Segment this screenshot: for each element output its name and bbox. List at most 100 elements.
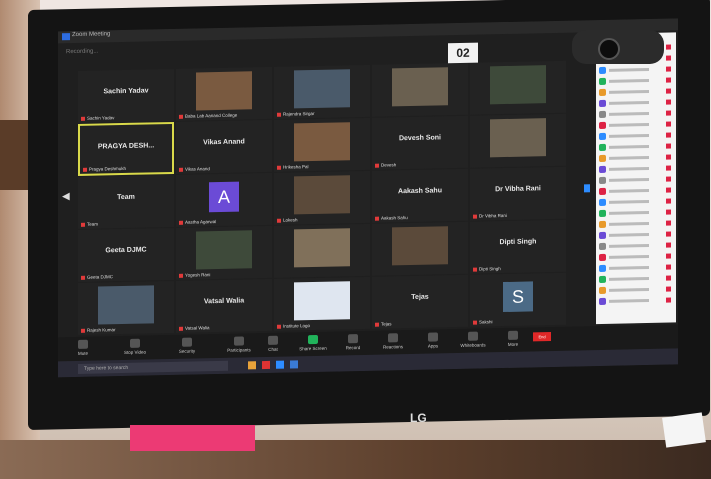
video-tile[interactable] xyxy=(470,60,566,115)
tile-label-text: Aakash Sahu xyxy=(381,215,408,221)
tile-video-image xyxy=(392,67,448,107)
video-tile[interactable]: Sachin Yadav Sachin Yadav xyxy=(78,68,174,123)
participant-row[interactable] xyxy=(599,152,673,164)
video-tile[interactable]: Rajendra Sirgar xyxy=(274,64,370,119)
participant-row[interactable] xyxy=(599,75,673,87)
toolbar-reactions-button[interactable]: Reactions xyxy=(378,333,408,350)
tile-video-image xyxy=(294,228,350,268)
toolbar-participants-button[interactable]: Participants xyxy=(224,336,254,353)
toolbar-chat-button[interactable]: Chat xyxy=(258,335,288,353)
participant-row[interactable] xyxy=(599,86,673,98)
toolbar-whiteboards-button[interactable]: Whiteboards xyxy=(458,331,488,348)
toolbar-apps-button[interactable]: Apps xyxy=(418,332,448,349)
participant-row[interactable] xyxy=(599,130,673,142)
zoom-taskbar-icon[interactable] xyxy=(276,360,284,369)
video-tile[interactable] xyxy=(470,113,566,168)
recording-status: Recording... xyxy=(66,48,99,56)
video-tile[interactable]: PRAGYA DESH... Pragya Deshmukh xyxy=(78,121,174,176)
video-tile[interactable]: S Sakshi xyxy=(470,272,566,327)
participant-row[interactable] xyxy=(599,64,673,76)
video-tile[interactable] xyxy=(372,221,468,276)
chrome-icon[interactable] xyxy=(262,360,270,370)
muted-mic-icon xyxy=(81,328,85,333)
toolbar-mute-button[interactable]: Mute xyxy=(68,339,98,357)
toolbar-share-screen-button[interactable]: Share Screen xyxy=(298,334,328,352)
participant-name-placeholder xyxy=(609,144,649,149)
toolbar-label: Participants xyxy=(227,347,251,353)
participant-mic-icon xyxy=(666,99,671,105)
participant-row[interactable] xyxy=(599,163,673,175)
tile-video-image xyxy=(392,226,448,266)
tile-video-image xyxy=(490,65,546,105)
participant-row[interactable] xyxy=(599,262,673,274)
toolbar-label: Mute xyxy=(77,350,88,356)
video-tile[interactable]: Rajesh Kumar xyxy=(78,280,174,335)
toolbar-record-button[interactable]: Record xyxy=(338,334,368,351)
participant-row[interactable] xyxy=(599,108,673,120)
tile-video-image xyxy=(98,285,154,325)
tile-display-name: Team xyxy=(117,193,135,202)
toolbar-icon xyxy=(348,334,358,344)
video-tile[interactable]: Geeta DJMC Geeta DJMC xyxy=(78,227,174,282)
participant-row[interactable] xyxy=(599,119,673,131)
participant-avatar-icon xyxy=(599,66,606,75)
participant-mic-icon xyxy=(666,264,671,270)
participant-row[interactable] xyxy=(599,273,673,285)
participant-avatar-icon xyxy=(599,154,606,163)
muted-mic-icon xyxy=(179,220,183,225)
tile-label-text: Tejas xyxy=(381,321,392,327)
participant-name-placeholder xyxy=(609,221,649,226)
participant-row[interactable] xyxy=(599,218,673,230)
participant-name-placeholder xyxy=(609,199,649,204)
video-tile[interactable]: Institute Logo xyxy=(274,276,370,331)
participant-row[interactable] xyxy=(599,196,673,208)
participant-avatar-icon xyxy=(599,187,606,196)
participant-row[interactable] xyxy=(599,284,673,296)
participant-row[interactable] xyxy=(599,207,673,219)
video-tile[interactable]: Dipti Singh Dipti Singh xyxy=(470,219,566,274)
participant-row[interactable] xyxy=(599,141,673,153)
next-page-arrow-icon[interactable] xyxy=(584,184,590,193)
participant-row[interactable] xyxy=(599,295,673,307)
participant-name-placeholder xyxy=(609,89,649,94)
video-tile[interactable]: Devesh Soni Devesh xyxy=(372,115,468,170)
video-tile[interactable]: Yogesh Rani xyxy=(176,225,272,280)
toolbar-stop-video-button[interactable]: Stop Video xyxy=(120,338,150,355)
participant-mic-icon xyxy=(666,66,671,72)
video-tile[interactable]: Dr Vibha Rani Dr Vibha Rani xyxy=(470,166,566,221)
explorer-icon[interactable] xyxy=(248,361,256,370)
video-tile[interactable]: Aakash Sahu Aakash Sahu xyxy=(372,168,468,223)
participant-mic-icon xyxy=(666,165,671,171)
participant-row[interactable] xyxy=(599,251,673,263)
participant-row[interactable] xyxy=(599,229,673,241)
video-tile[interactable]: Vikas Anand Vikas Anand xyxy=(176,119,272,174)
tile-participant-label: Geeta DJMC xyxy=(81,274,113,280)
video-tile[interactable]: Hrikesha Pal xyxy=(274,117,370,172)
prev-page-arrow-icon[interactable]: ◀ xyxy=(62,191,70,202)
muted-mic-icon xyxy=(277,112,281,117)
muted-mic-icon xyxy=(83,167,87,172)
participant-row[interactable] xyxy=(599,174,673,186)
video-tile[interactable]: Lokesh xyxy=(274,170,370,225)
participant-row[interactable] xyxy=(599,97,673,109)
muted-mic-icon xyxy=(81,275,85,280)
participant-mic-icon xyxy=(666,253,671,259)
participant-row[interactable] xyxy=(599,240,673,252)
video-tile[interactable]: Baba Lab Aanand College xyxy=(176,66,272,121)
video-tile[interactable] xyxy=(372,62,468,117)
participant-mic-icon xyxy=(666,220,671,226)
participant-row[interactable] xyxy=(599,185,673,197)
toolbar-more-button[interactable]: More xyxy=(498,330,528,348)
video-tile[interactable]: Vatsal Walia Vatsal Walia xyxy=(176,278,272,333)
toolbar-security-button[interactable]: Security xyxy=(172,337,202,354)
word-icon[interactable] xyxy=(290,360,298,369)
taskbar-search[interactable]: Type here to search xyxy=(78,360,228,374)
video-tile[interactable]: A Aastha Agarwal xyxy=(176,172,272,227)
participant-mic-icon xyxy=(666,231,671,237)
video-tile[interactable] xyxy=(274,223,370,278)
end-meeting-button[interactable]: End xyxy=(533,332,551,342)
tile-label-text: Sachin Yadav xyxy=(87,115,115,121)
video-tile[interactable]: Team Team xyxy=(78,174,174,229)
video-tile[interactable]: Tejas Tejas xyxy=(372,274,468,329)
toolbar-label: Record xyxy=(345,345,361,351)
